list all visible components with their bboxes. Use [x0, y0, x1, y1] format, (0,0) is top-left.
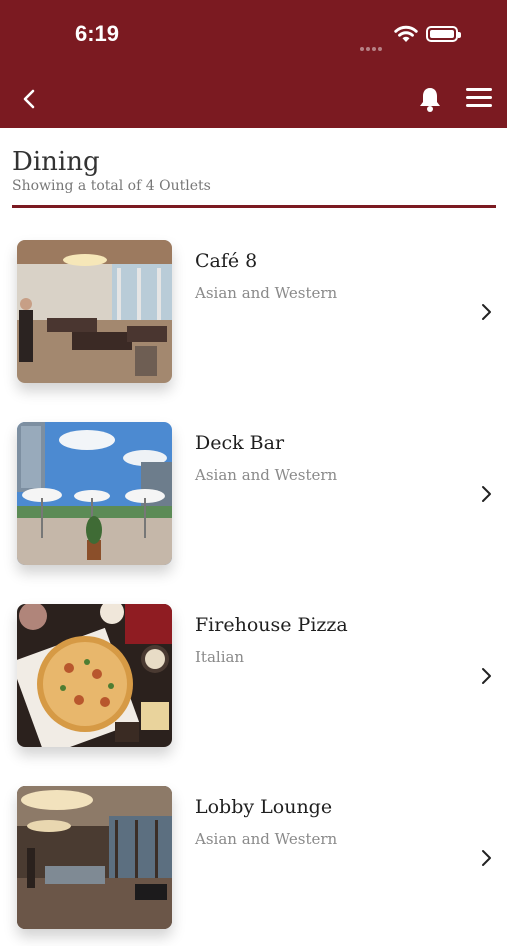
- page-subtitle: Showing a total of 4 Outlets: [12, 178, 211, 194]
- outlet-name: Firehouse Pizza: [195, 614, 348, 636]
- outlet-item-cafe-8[interactable]: Café 8 Asian and Western: [0, 240, 507, 400]
- outlet-image: [17, 604, 172, 747]
- back-icon[interactable]: [18, 86, 42, 112]
- outlet-cuisine: Asian and Western: [195, 830, 338, 848]
- outlet-image: [17, 786, 172, 929]
- outlet-item-lobby-lounge[interactable]: Lobby Lounge Asian and Western: [0, 786, 507, 946]
- status-time: 6:19: [75, 21, 120, 46]
- outlet-item-deck-bar[interactable]: Deck Bar Asian and Western: [0, 422, 507, 582]
- top-app-bar: 6:19: [0, 0, 507, 128]
- outlet-name: Lobby Lounge: [195, 796, 333, 818]
- outlet-item-firehouse-pizza[interactable]: Firehouse Pizza Italian: [0, 604, 507, 764]
- chevron-right-icon[interactable]: [478, 302, 494, 322]
- outlet-name: Deck Bar: [195, 432, 285, 454]
- wifi-icon: [394, 25, 418, 42]
- outlet-image: [17, 240, 172, 383]
- page-title: Dining: [12, 147, 100, 177]
- signal-icon: [360, 36, 386, 51]
- outlet-image: [17, 422, 172, 565]
- chevron-right-icon[interactable]: [478, 848, 494, 868]
- outlet-name: Café 8: [195, 250, 258, 272]
- battery-icon: [426, 26, 461, 42]
- menu-icon[interactable]: [466, 88, 492, 110]
- title-divider: [12, 205, 496, 208]
- bell-icon[interactable]: [417, 85, 443, 113]
- outlet-cuisine: Asian and Western: [195, 284, 338, 302]
- outlet-cuisine: Italian: [195, 648, 245, 666]
- outlet-cuisine: Asian and Western: [195, 466, 338, 484]
- chevron-right-icon[interactable]: [478, 666, 494, 686]
- chevron-right-icon[interactable]: [478, 484, 494, 504]
